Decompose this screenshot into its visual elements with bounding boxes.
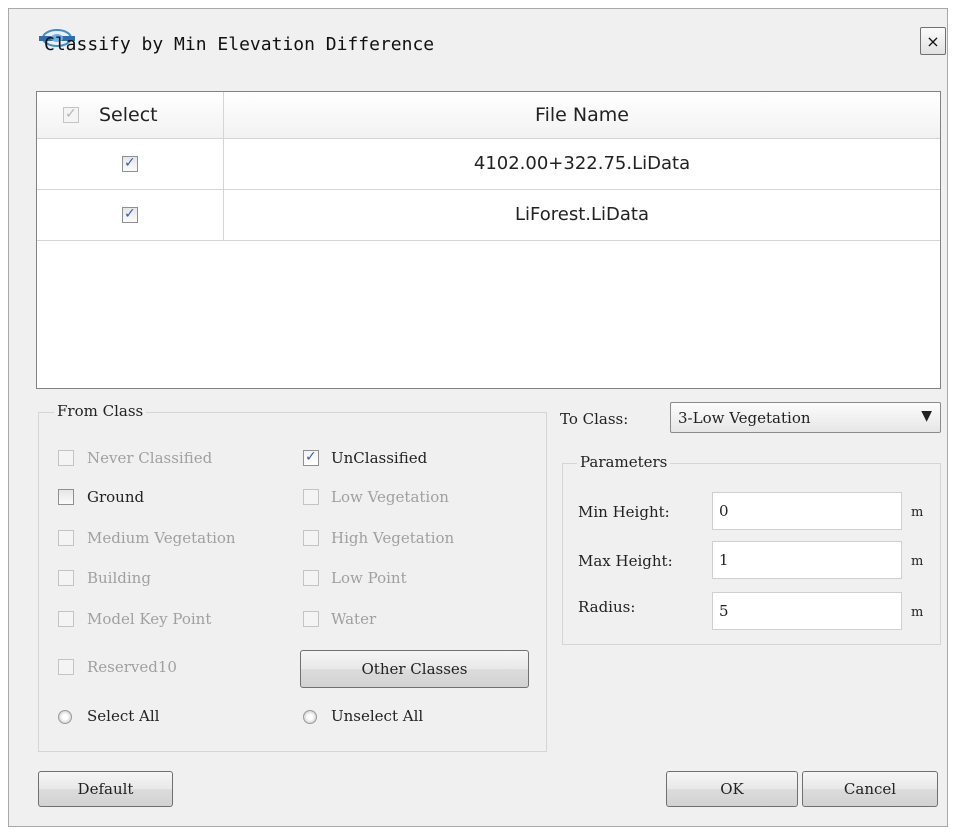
ok-button[interactable]: OK: [666, 771, 798, 807]
max-height-label: Max Height:: [578, 552, 673, 570]
radius-input[interactable]: 5: [712, 592, 902, 630]
select-all-checkbox[interactable]: ✓: [63, 106, 79, 123]
checkbox-reserved10[interactable]: [58, 659, 74, 675]
table-header: ✓ Select File Name: [37, 92, 940, 139]
row-checkbox[interactable]: ✓: [122, 155, 138, 172]
min-height-unit: m: [911, 505, 924, 520]
label-low-vegetation: Low Vegetation: [331, 488, 449, 506]
checkbox-medium-vegetation[interactable]: [58, 530, 74, 546]
label-water: Water: [331, 610, 377, 628]
header-select-cell: ✓ Select: [37, 92, 224, 138]
select-all-radio[interactable]: [58, 710, 72, 724]
checkbox-ground[interactable]: [58, 489, 74, 505]
label-high-vegetation: High Vegetation: [331, 529, 455, 547]
other-classes-button[interactable]: Other Classes: [300, 650, 529, 688]
label-medium-vegetation: Medium Vegetation: [87, 529, 236, 547]
close-button[interactable]: ×: [920, 27, 946, 55]
header-file-name[interactable]: File Name: [224, 92, 940, 138]
to-class-label: To Class:: [560, 410, 629, 428]
row-file-name: LiForest.LiData: [515, 204, 649, 225]
default-button[interactable]: Default: [38, 771, 173, 807]
radius-unit: m: [911, 605, 924, 620]
file-table: ✓ Select File Name ✓ 4102.00+322.75.LiDa…: [36, 91, 941, 389]
checkbox-water[interactable]: [303, 611, 319, 627]
label-ground: Ground: [87, 488, 145, 506]
table-row[interactable]: ✓ 4102.00+322.75.LiData: [37, 138, 940, 190]
max-height-unit: m: [911, 554, 924, 569]
to-class-value: 3-Low Vegetation: [678, 409, 811, 427]
from-class-label: From Class: [54, 402, 147, 420]
label-never-classified: Never Classified: [87, 449, 213, 467]
row-checkbox[interactable]: ✓: [122, 206, 138, 223]
checkbox-building[interactable]: [58, 570, 74, 586]
cancel-button[interactable]: Cancel: [802, 771, 938, 807]
label-building: Building: [87, 569, 151, 587]
table-row[interactable]: ✓ LiForest.LiData: [37, 189, 940, 241]
row-file-name: 4102.00+322.75.LiData: [473, 153, 691, 174]
chevron-down-icon: ▼: [921, 408, 932, 424]
min-height-label: Min Height:: [578, 503, 670, 521]
label-model-key-point: Model Key Point: [87, 610, 212, 628]
checkbox-never-classified[interactable]: [58, 450, 74, 466]
min-height-input[interactable]: 0: [712, 492, 902, 530]
label-unclassified: UnClassified: [331, 449, 428, 467]
checkbox-high-vegetation[interactable]: [303, 530, 319, 546]
parameters-label: Parameters: [577, 453, 671, 471]
label-low-point: Low Point: [331, 569, 407, 587]
header-select-label: Select: [99, 104, 158, 126]
unselect-all-radio[interactable]: [303, 710, 317, 724]
max-height-input[interactable]: 1: [712, 541, 902, 579]
label-reserved10: Reserved10: [87, 658, 177, 676]
checkbox-model-key-point[interactable]: [58, 611, 74, 627]
unselect-all-label[interactable]: Unselect All: [331, 707, 423, 725]
checkbox-low-point[interactable]: [303, 570, 319, 586]
to-class-dropdown[interactable]: 3-Low Vegetation ▼: [670, 402, 941, 433]
select-all-label[interactable]: Select All: [87, 707, 159, 725]
checkbox-low-vegetation[interactable]: [303, 489, 319, 505]
window-title: Classify by Min Elevation Difference: [44, 34, 435, 55]
radius-label: Radius:: [578, 598, 636, 616]
checkbox-unclassified[interactable]: ✓: [303, 449, 319, 466]
